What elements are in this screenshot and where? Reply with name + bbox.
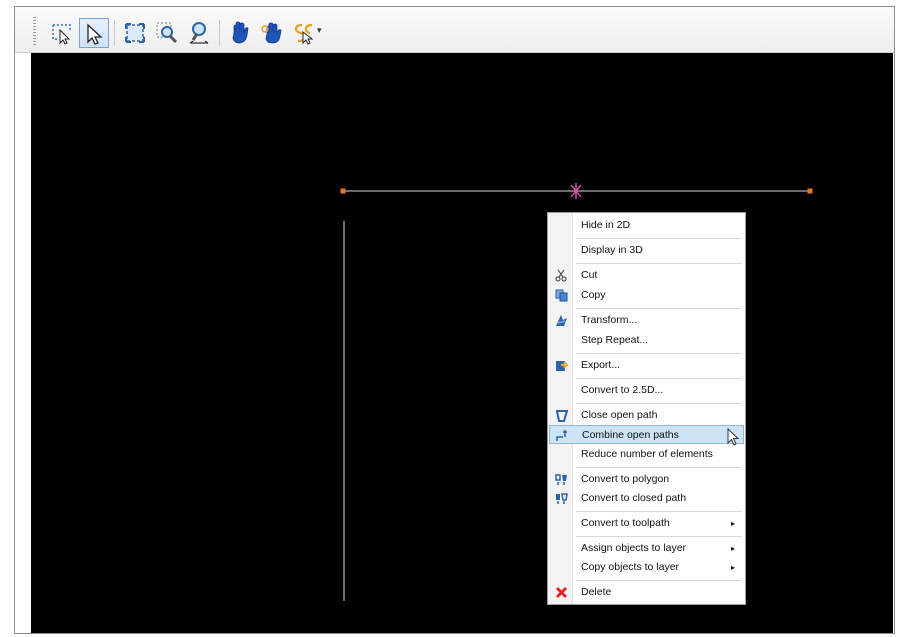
dropdown-arrow-icon[interactable]: ▾ xyxy=(317,25,322,36)
menu-item-hide-in-2d[interactable]: Hide in 2D xyxy=(549,216,744,235)
rotate-button[interactable] xyxy=(257,18,287,48)
menu-item-cut[interactable]: Cut xyxy=(549,266,744,285)
menu-item-assign-objects-to-layer[interactable]: Assign objects to layer ▸ xyxy=(549,539,744,558)
menu-item-reduce-number-of-elements[interactable]: Reduce number of elements xyxy=(549,445,744,464)
menu-item-step-repeat[interactable]: Step Repeat... xyxy=(549,331,744,350)
menu-separator xyxy=(576,308,742,309)
select-button[interactable] xyxy=(79,18,109,48)
lasso-select-button[interactable] xyxy=(47,18,77,48)
combine-paths-icon xyxy=(556,429,569,442)
pan-button[interactable] xyxy=(225,18,255,48)
submenu-arrow-icon: ▸ xyxy=(730,519,735,528)
menu-item-convert-to-closed-path[interactable]: Convert to closed path xyxy=(549,489,744,508)
scissors-icon xyxy=(555,269,568,282)
copy-icon xyxy=(555,289,568,302)
menu-item-close-open-path[interactable]: Close open path xyxy=(549,406,744,425)
closed-path-icon xyxy=(555,492,568,505)
submenu-arrow-icon: ▸ xyxy=(730,563,735,572)
toolbar-separator xyxy=(114,20,115,46)
menu-separator xyxy=(576,353,742,354)
menu-separator xyxy=(576,467,742,468)
menu-item-combine-open-paths[interactable]: Combine open paths xyxy=(549,425,744,444)
export-icon xyxy=(555,359,569,372)
polygon-icon xyxy=(555,473,568,486)
zoom-dynamic-button[interactable] xyxy=(184,18,214,48)
menu-item-delete[interactable]: Delete xyxy=(549,583,744,602)
transform-icon xyxy=(555,314,568,327)
line-end-handle xyxy=(807,188,813,194)
menu-separator xyxy=(576,536,742,537)
menu-item-display-in-3d[interactable]: Display in 3D xyxy=(549,241,744,260)
menu-item-copy[interactable]: Copy xyxy=(549,286,744,305)
menu-item-convert-to-2-5d[interactable]: Convert to 2.5D... xyxy=(549,381,744,400)
snap-dropdown-button[interactable]: ▾ xyxy=(289,18,325,48)
menu-item-export[interactable]: Export... xyxy=(549,356,744,375)
menu-item-convert-to-toolpath[interactable]: Convert to toolpath ▸ xyxy=(549,514,744,533)
submenu-arrow-icon: ▸ xyxy=(730,544,735,553)
menu-separator xyxy=(576,511,742,512)
toolbar-separator xyxy=(219,20,220,46)
toolbar-grip[interactable] xyxy=(33,17,36,47)
menu-item-copy-objects-to-layer[interactable]: Copy objects to layer ▸ xyxy=(549,558,744,577)
mouse-cursor-icon xyxy=(727,427,741,453)
context-menu: Hide in 2D Display in 3D Cut Copy Transf… xyxy=(547,212,746,605)
menu-separator xyxy=(576,580,742,581)
toolbar: ▾ xyxy=(15,7,894,53)
menu-separator xyxy=(576,403,742,404)
menu-item-convert-to-polygon[interactable]: Convert to polygon xyxy=(549,470,744,489)
line-start-handle xyxy=(340,188,346,194)
close-path-icon xyxy=(555,409,569,422)
delete-icon xyxy=(555,586,568,599)
drawing-canvas[interactable] xyxy=(31,53,893,633)
menu-separator xyxy=(576,238,742,239)
menu-separator xyxy=(576,263,742,264)
zoom-window-button[interactable] xyxy=(152,18,182,48)
menu-item-transform[interactable]: Transform... xyxy=(549,311,744,330)
menu-separator xyxy=(576,378,742,379)
zoom-extents-button[interactable] xyxy=(120,18,150,48)
